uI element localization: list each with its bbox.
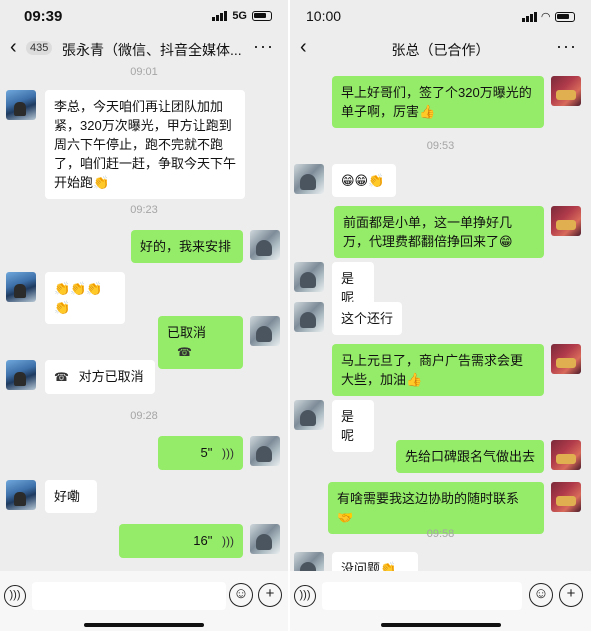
self-avatar[interactable] xyxy=(551,76,581,106)
outgoing-message[interactable]: 前面都是小单，这一单挣好几万，代理费都翻倍挣回来了😁 xyxy=(334,206,544,258)
outgoing-message[interactable]: 马上元旦了，商户广告需求会更大些，加油👍 xyxy=(332,344,544,396)
incoming-message[interactable]: 这个还行 xyxy=(332,302,402,335)
outgoing-voice-message[interactable]: 16" ))) xyxy=(119,524,243,558)
timestamp: 09:53 xyxy=(426,140,455,152)
voice-wave-icon: ))) xyxy=(222,534,234,548)
self-avatar[interactable] xyxy=(250,436,280,466)
phone-icon: ☎ xyxy=(177,345,192,359)
self-avatar[interactable] xyxy=(250,230,280,260)
network-label: 5G xyxy=(232,10,247,22)
message-list[interactable]: 早上好哥们，签了个320万曝光的单子啊，厉害👍 09:53 😁😁👏 前面都是小单… xyxy=(290,66,591,571)
self-avatar[interactable] xyxy=(250,524,280,554)
status-bar: 09:39 5G xyxy=(0,0,288,30)
contact-avatar[interactable] xyxy=(294,302,324,332)
status-bar: 10:00 ◠ xyxy=(290,0,591,30)
left-chat-screen: 09:39 5G ‹ 435 張永青（微信、抖音全媒体... ··· 09:01… xyxy=(0,0,288,631)
right-chat-screen: 10:00 ◠ ‹ 张总（已合作） ··· 早上好哥们，签了个320万曝光的单子… xyxy=(290,0,591,631)
outgoing-voice-message[interactable]: 5" ))) xyxy=(158,436,243,470)
more-icon[interactable]: ··· xyxy=(253,36,274,57)
contact-avatar[interactable] xyxy=(6,360,36,390)
outgoing-message[interactable]: 好的，我来安排 xyxy=(131,230,243,263)
status-time: 09:39 xyxy=(24,8,63,25)
incoming-message[interactable]: 好嘞 xyxy=(45,480,97,513)
outgoing-message[interactable]: 早上好哥们，签了个320万曝光的单子啊，厉害👍 xyxy=(332,76,544,128)
message-input[interactable] xyxy=(32,582,226,610)
wifi-icon: ◠ xyxy=(541,11,550,23)
emoji-icon[interactable]: ☺ xyxy=(229,583,253,607)
status-time: 10:00 xyxy=(306,8,342,24)
emoji-icon[interactable]: ☺ xyxy=(529,583,553,607)
home-indicator xyxy=(84,623,204,627)
signal-icon xyxy=(521,11,537,22)
contact-avatar[interactable] xyxy=(6,272,36,302)
chat-title: 张总（已合作） xyxy=(391,42,490,58)
voice-wave-icon: ))) xyxy=(222,446,234,460)
chevron-left-icon[interactable]: ‹ xyxy=(10,36,17,58)
timestamp: 09:01 xyxy=(130,66,158,78)
contact-avatar[interactable] xyxy=(6,480,36,510)
contact-avatar[interactable] xyxy=(294,552,324,571)
incoming-message[interactable]: 👏👏👏👏 xyxy=(45,272,125,324)
contact-avatar[interactable] xyxy=(294,262,324,292)
input-bar: ))) ☺ + xyxy=(290,571,591,631)
more-icon[interactable]: ··· xyxy=(556,36,577,57)
incoming-message[interactable]: 没问题👏👏 xyxy=(332,552,418,571)
voice-duration: 16" xyxy=(193,533,213,548)
chat-title: 張永青（微信、抖音全媒体... xyxy=(62,42,242,58)
phone-icon: ☎ xyxy=(54,370,69,384)
voice-input-icon[interactable]: ))) xyxy=(294,585,316,607)
voice-duration: 5" xyxy=(200,445,213,460)
self-avatar[interactable] xyxy=(551,440,581,470)
status-icons: ◠ xyxy=(521,10,575,23)
chat-header: ‹ 435 張永青（微信、抖音全媒体... ··· xyxy=(0,30,288,66)
contact-avatar[interactable] xyxy=(294,400,324,430)
signal-icon xyxy=(212,11,228,21)
plus-icon[interactable]: + xyxy=(258,583,282,607)
self-avatar[interactable] xyxy=(551,482,581,512)
timestamp: 09:58 xyxy=(426,528,455,540)
self-avatar[interactable] xyxy=(250,316,280,346)
timestamp: 09:23 xyxy=(130,204,158,216)
unread-badge[interactable]: 435 xyxy=(26,41,53,55)
input-bar: ))) ☺ + xyxy=(0,571,288,631)
voice-input-icon[interactable]: ))) xyxy=(4,585,26,607)
battery-icon xyxy=(555,11,575,22)
call-status-label: 已取消 xyxy=(167,325,207,340)
message-list[interactable]: 09:01 李总，今天咱们再让团队加加紧，320万次曝光，甲方让跑到周六下午停止… xyxy=(0,66,288,571)
plus-icon[interactable]: + xyxy=(559,583,583,607)
incoming-message[interactable]: 😁😁👏 xyxy=(332,164,396,197)
status-icons: 5G xyxy=(212,10,272,22)
contact-avatar[interactable] xyxy=(6,90,36,120)
battery-icon xyxy=(252,11,272,21)
outgoing-message[interactable]: 有啥需要我这边协助的随时联系🤝 xyxy=(328,482,544,534)
incoming-message[interactable]: 李总，今天咱们再让团队加加紧，320万次曝光，甲方让跑到周六下午停止，跑不完就不… xyxy=(45,90,245,199)
message-input[interactable] xyxy=(322,582,522,610)
incoming-call-record[interactable]: ☎ 对方已取消 xyxy=(45,360,155,394)
self-avatar[interactable] xyxy=(551,206,581,236)
contact-avatar[interactable] xyxy=(294,164,324,194)
incoming-message[interactable]: 是呢 xyxy=(332,400,374,452)
self-avatar[interactable] xyxy=(551,344,581,374)
home-indicator xyxy=(380,623,501,627)
timestamp: 09:28 xyxy=(130,410,158,422)
outgoing-call-record[interactable]: 已取消 ☎ xyxy=(158,316,243,369)
outgoing-message[interactable]: 先给口碑跟名气做出去 xyxy=(396,440,544,473)
call-status-label: 对方已取消 xyxy=(78,369,144,384)
chat-header: ‹ 张总（已合作） ··· xyxy=(290,30,591,66)
